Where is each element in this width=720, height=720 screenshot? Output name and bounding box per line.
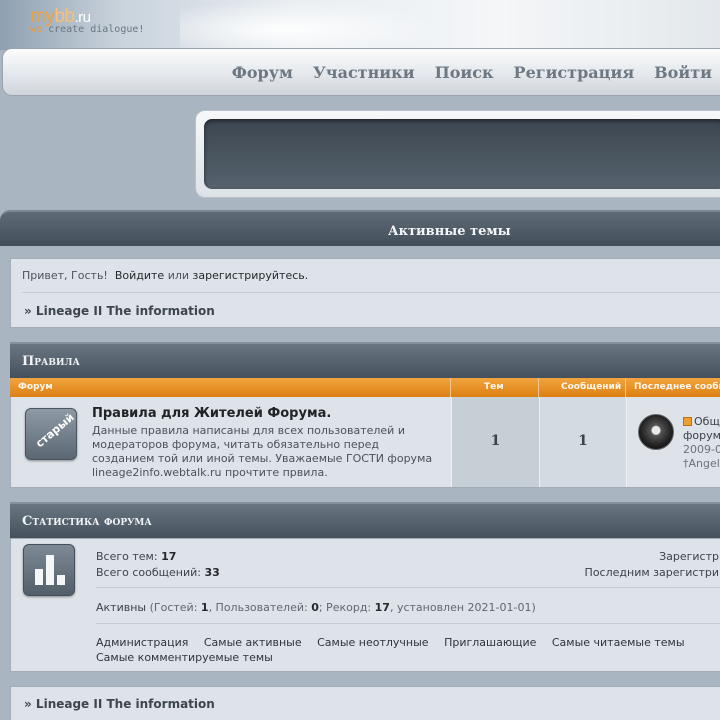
last-post-link[interactable]: Общ <box>694 415 720 428</box>
site-header: mybb.ru we create dialogue! <box>0 0 720 50</box>
category-title: Статистика форума <box>22 514 152 529</box>
nav-register[interactable]: Регистрация <box>514 63 635 82</box>
icon-bar <box>35 569 43 585</box>
active-topics-link[interactable]: Активные темы <box>388 224 511 239</box>
category-title: Правила <box>22 354 80 369</box>
greeting-box: Привет, Гость! Войдите или зарегистрируй… <box>10 258 720 328</box>
header-cloud-decoration <box>180 0 440 50</box>
posts-count: 1 <box>578 433 588 449</box>
forum-row: старый Правила для Жителей Форума. Данны… <box>10 397 720 488</box>
forum-last-post-cell: Общ форум 2009-0 †Angel <box>626 397 720 487</box>
registered-users: Зарегистр <box>659 550 719 563</box>
register-link[interactable]: зарегистрируйтесь. <box>193 269 309 282</box>
statistics-box: Всего тем: 17 Всего сообщений: 33 Зареги… <box>10 538 720 672</box>
category-header-stats: Статистика форума <box>10 502 720 538</box>
last-registered: Последним зарегистри <box>584 566 719 579</box>
forum-description: Данные правила написаны для всех пользов… <box>92 424 433 479</box>
column-posts: Сообщений <box>561 382 622 392</box>
stats-chart-icon <box>23 544 75 596</box>
logo-tagline: we create dialogue! <box>30 24 145 35</box>
link-most-active[interactable]: Самые активные <box>204 636 302 649</box>
forum-title-link[interactable]: Правила для Жителей Форума. <box>92 406 331 421</box>
column-last-post: Последнее сообщение <box>634 382 720 392</box>
column-topics: Тем <box>484 382 504 392</box>
online-users: Активны (Гостей: 1, Пользователей: 0; Ре… <box>96 601 536 614</box>
avatar[interactable] <box>638 414 674 450</box>
last-post-date: 2009-0 <box>683 443 720 456</box>
divider <box>450 378 451 397</box>
greeting-text: Привет, Гость! Войдите или зарегистрируй… <box>22 269 309 282</box>
icon-bar <box>57 575 65 585</box>
link-administration[interactable]: Администрация <box>96 636 188 649</box>
link-inviters[interactable]: Приглашающие <box>444 636 536 649</box>
banner-frame <box>195 110 720 198</box>
divider <box>22 292 720 293</box>
forum-column-headers: Форум Тем Сообщений Последнее сообщение <box>10 378 720 397</box>
forum-posts-cell: 1 <box>539 397 626 487</box>
footer-breadcrumb-box: » Lineage II The information <box>10 686 720 720</box>
divider <box>96 623 720 624</box>
category-header-rules: Правила <box>10 342 720 378</box>
nav-forum[interactable]: Форум <box>232 63 293 82</box>
breadcrumb[interactable]: » Lineage II The information <box>24 697 215 711</box>
nav-members[interactable]: Участники <box>313 63 415 82</box>
icon-bar <box>46 555 54 585</box>
new-post-icon <box>683 417 692 426</box>
main-nav: Форум Участники Поиск Регистрация Войти <box>232 63 712 82</box>
link-most-commented[interactable]: Самые комментируемые темы <box>96 651 273 664</box>
stats-links: Администрация Самые активные Самые неотл… <box>96 635 716 665</box>
topics-count: 1 <box>490 433 501 449</box>
total-topics: Всего тем: 17 <box>96 550 177 563</box>
total-posts: Всего сообщений: 33 <box>96 566 220 579</box>
forum-topics-cell: 1 <box>451 397 539 487</box>
banner-area <box>204 119 720 189</box>
nav-search[interactable]: Поиск <box>435 63 494 82</box>
breadcrumb[interactable]: » Lineage II The information <box>24 304 215 318</box>
link-most-read[interactable]: Самые читаемые темы <box>552 636 685 649</box>
main-navigation-bar: Форум Участники Поиск Регистрация Войти <box>2 48 720 96</box>
divider <box>625 378 626 397</box>
link-most-present[interactable]: Самые неотлучные <box>317 636 428 649</box>
login-link[interactable]: Войдите <box>115 269 164 282</box>
active-topics-bar[interactable]: Активные темы <box>0 210 720 246</box>
nav-login[interactable]: Войти <box>654 63 712 82</box>
forum-status-icon: старый <box>25 408 77 460</box>
divider <box>538 378 539 397</box>
last-post-author[interactable]: †Angel <box>683 457 720 470</box>
divider <box>96 587 720 588</box>
column-forum: Форум <box>18 382 53 392</box>
last-post-info: Общ форум 2009-0 †Angel <box>683 415 720 470</box>
